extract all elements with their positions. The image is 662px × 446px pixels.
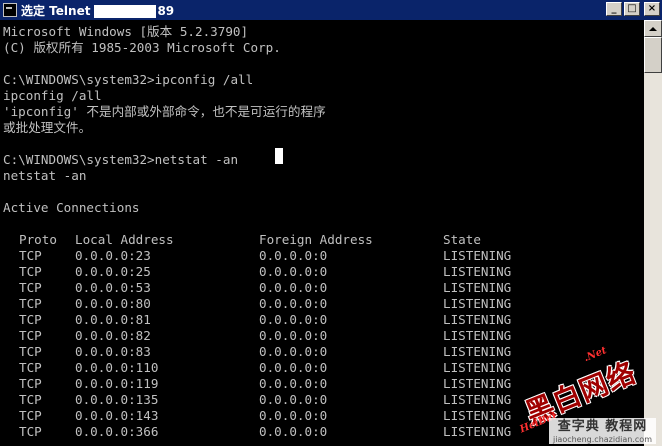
header-foreign-address: Foreign Address xyxy=(259,232,373,247)
table-row: TCP 0.0.0.0:53 0.0.0.0:0 LISTENING xyxy=(3,280,644,296)
console-line: 'ipconfig' 不是内部或外部命令，也不是可运行的程序 xyxy=(3,104,326,119)
scroll-up-button[interactable] xyxy=(644,20,662,37)
console-output[interactable]: Microsoft Windows [版本 5.2.3790] (C) 版权所有… xyxy=(0,20,644,446)
cell-proto: TCP xyxy=(19,360,42,375)
cell-foreign-address: 0.0.0.0:0 xyxy=(259,264,328,279)
cell-local-address: 0.0.0.0:23 xyxy=(75,248,151,263)
cell-foreign-address: 0.0.0.0:0 xyxy=(259,328,328,343)
cell-foreign-address: 0.0.0.0:0 xyxy=(259,280,328,295)
cell-local-address: 0.0.0.0:83 xyxy=(75,344,151,359)
table-row: TCP 0.0.0.0:82 0.0.0.0:0 LISTENING xyxy=(3,328,644,344)
cell-local-address: 0.0.0.0:80 xyxy=(75,296,151,311)
table-row: TCP 0.0.0.0:23 0.0.0.0:0 LISTENING xyxy=(3,248,644,264)
cell-state: LISTENING xyxy=(443,424,512,439)
title-bar[interactable]: 选定 Telnet 89 _ □ × xyxy=(0,0,662,20)
header-local-address: Local Address xyxy=(75,232,174,247)
cell-foreign-address: 0.0.0.0:0 xyxy=(259,312,328,327)
console-line: Active Connections xyxy=(3,200,140,215)
redacted-host xyxy=(94,4,157,18)
cell-state: LISTENING xyxy=(443,360,512,375)
table-row: TCP 0.0.0.0:110 0.0.0.0:0 LISTENING xyxy=(3,360,644,376)
table-row: TCP 0.0.0.0:81 0.0.0.0:0 LISTENING xyxy=(3,312,644,328)
cell-proto: TCP xyxy=(19,296,42,311)
telnet-window: 选定 Telnet 89 _ □ × Microsoft Windows [版本 … xyxy=(0,0,662,446)
console-line: C:\WINDOWS\system32>ipconfig /all xyxy=(3,72,254,87)
cell-state: LISTENING xyxy=(443,264,512,279)
cell-foreign-address: 0.0.0.0:0 xyxy=(259,344,328,359)
cell-state: LISTENING xyxy=(443,296,512,311)
cell-proto: TCP xyxy=(19,312,42,327)
cell-foreign-address: 0.0.0.0:0 xyxy=(259,248,328,263)
minimize-button[interactable]: _ xyxy=(606,2,622,16)
cell-proto: TCP xyxy=(19,376,42,391)
cell-local-address: 0.0.0.0:143 xyxy=(75,408,159,423)
cell-proto: TCP xyxy=(19,328,42,343)
console-line: C:\WINDOWS\system32>netstat -an xyxy=(3,152,239,167)
triangle-up-icon xyxy=(649,26,657,31)
cell-proto: TCP xyxy=(19,392,42,407)
cell-state: LISTENING xyxy=(443,392,512,407)
console-line: ipconfig /all xyxy=(3,88,102,103)
title-prefix: 选定 Telnet xyxy=(21,3,91,18)
cell-local-address: 0.0.0.0:53 xyxy=(75,280,151,295)
scroll-thumb[interactable] xyxy=(644,37,662,73)
cell-state: LISTENING xyxy=(443,376,512,391)
cell-proto: TCP xyxy=(19,424,42,439)
console-line: 或批处理文件。 xyxy=(3,120,92,135)
cell-state: LISTENING xyxy=(443,248,512,263)
cell-foreign-address: 0.0.0.0:0 xyxy=(259,424,328,439)
cell-local-address: 0.0.0.0:25 xyxy=(75,264,151,279)
table-row: TCP 0.0.0.0:83 0.0.0.0:0 LISTENING xyxy=(3,344,644,360)
cell-local-address: 0.0.0.0:135 xyxy=(75,392,159,407)
header-proto: Proto xyxy=(19,232,57,247)
title-suffix: 89 xyxy=(157,3,175,18)
text-cursor xyxy=(275,148,283,164)
cell-proto: TCP xyxy=(19,408,42,423)
cell-state: LISTENING xyxy=(443,280,512,295)
table-row: TCP 0.0.0.0:143 0.0.0.0:0 LISTENING xyxy=(3,408,644,424)
cell-foreign-address: 0.0.0.0:0 xyxy=(259,296,328,311)
table-row: TCP 0.0.0.0:119 0.0.0.0:0 LISTENING xyxy=(3,376,644,392)
cell-proto: TCP xyxy=(19,344,42,359)
site-watermark-title: 查字典 教程网 xyxy=(557,419,648,434)
cell-local-address: 0.0.0.0:82 xyxy=(75,328,151,343)
close-button[interactable]: × xyxy=(644,2,660,16)
cell-proto: TCP xyxy=(19,248,42,263)
table-row: TCP 0.0.0.0:25 0.0.0.0:0 LISTENING xyxy=(3,264,644,280)
cell-state: LISTENING xyxy=(443,312,512,327)
maximize-button[interactable]: □ xyxy=(624,2,640,16)
vertical-scrollbar[interactable] xyxy=(644,20,662,446)
console-line: Microsoft Windows [版本 5.2.3790] xyxy=(3,24,249,39)
cell-local-address: 0.0.0.0:81 xyxy=(75,312,151,327)
cell-local-address: 0.0.0.0:366 xyxy=(75,424,159,439)
table-row: TCP 0.0.0.0:80 0.0.0.0:0 LISTENING xyxy=(3,296,644,312)
table-row: TCP 0.0.0.0:366 0.0.0.0:0 LISTENING xyxy=(3,424,644,440)
header-state: State xyxy=(443,232,481,247)
console-icon[interactable] xyxy=(3,3,17,17)
cell-foreign-address: 0.0.0.0:0 xyxy=(259,392,328,407)
table-row: TCP 0.0.0.0:135 0.0.0.0:0 LISTENING xyxy=(3,392,644,408)
table-header: Proto Local Address Foreign Address State xyxy=(3,232,644,248)
cell-state: LISTENING xyxy=(443,344,512,359)
console-line: netstat -an xyxy=(3,168,87,183)
site-watermark-url: jiaocheng.chazidian.com xyxy=(552,435,652,444)
console-line: (C) 版权所有 1985-2003 Microsoft Corp. xyxy=(3,40,281,55)
cell-local-address: 0.0.0.0:110 xyxy=(75,360,159,375)
cell-proto: TCP xyxy=(19,280,42,295)
cell-state: LISTENING xyxy=(443,408,512,423)
window-controls: _ □ × xyxy=(606,2,660,16)
cell-proto: TCP xyxy=(19,264,42,279)
cell-local-address: 0.0.0.0:119 xyxy=(75,376,159,391)
cell-foreign-address: 0.0.0.0:0 xyxy=(259,360,328,375)
cell-foreign-address: 0.0.0.0:0 xyxy=(259,376,328,391)
cell-foreign-address: 0.0.0.0:0 xyxy=(259,408,328,423)
site-watermark: 查字典 教程网 jiaocheng.chazidian.com xyxy=(548,418,656,444)
cell-state: LISTENING xyxy=(443,328,512,343)
window-title: 选定 Telnet 89 xyxy=(21,2,174,19)
